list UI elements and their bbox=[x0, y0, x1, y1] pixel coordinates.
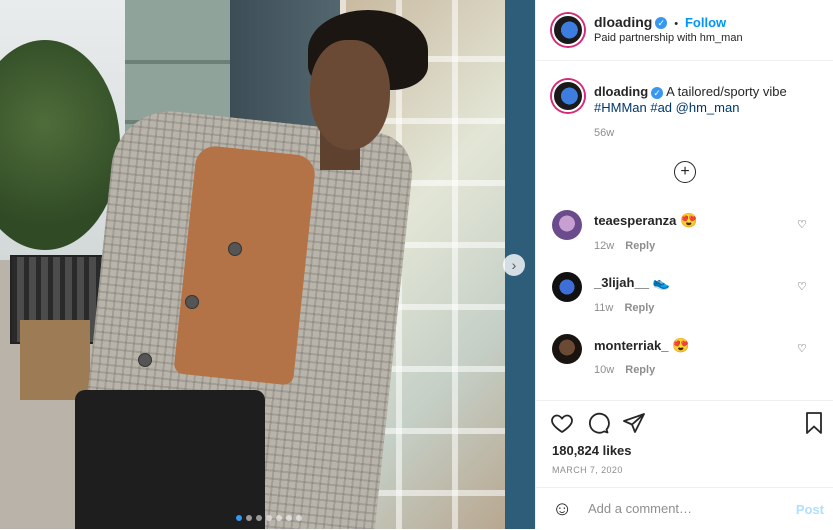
comment-username[interactable]: teaesperanza bbox=[594, 213, 676, 228]
photo-person-pants bbox=[75, 390, 265, 529]
author-row: dloading ✓ • Follow bbox=[594, 14, 726, 30]
add-comment-bar: ☺ Post bbox=[536, 487, 833, 530]
comment-emoji: 😍 bbox=[680, 212, 698, 228]
comment-age: 11w bbox=[594, 302, 614, 314]
post-side-panel: dloading ✓ • Follow Paid partnership with… bbox=[535, 0, 833, 529]
instagram-post: › dloading ✓ • Follow Paid partnership wi… bbox=[0, 0, 833, 529]
comment-like-heart-icon[interactable]: ♡ bbox=[797, 280, 807, 293]
verified-icon: ✓ bbox=[655, 17, 668, 30]
comment-username[interactable]: _3lijah__ bbox=[594, 275, 649, 290]
caption-age: 56w bbox=[594, 127, 615, 139]
like-heart-icon[interactable] bbox=[550, 411, 574, 435]
comment-age: 12w bbox=[594, 240, 615, 252]
chevron-right-icon: › bbox=[511, 257, 517, 273]
reply-button[interactable]: Reply bbox=[625, 240, 655, 252]
next-slide-button[interactable]: › bbox=[503, 254, 525, 276]
carousel-indicator bbox=[236, 515, 302, 521]
carousel-dot bbox=[246, 515, 252, 521]
emoji-smile-icon[interactable]: ☺ bbox=[552, 498, 572, 520]
comment-body: _3lijah__ 👟 bbox=[594, 274, 670, 291]
author-username[interactable]: dloading bbox=[594, 14, 652, 30]
reply-button[interactable]: Reply bbox=[624, 302, 654, 314]
commenter-avatar[interactable] bbox=[552, 210, 582, 240]
photo-person-head bbox=[310, 40, 390, 150]
follow-button[interactable]: Follow bbox=[685, 15, 726, 30]
comment-age: 10w bbox=[594, 364, 615, 376]
comment-like-heart-icon[interactable]: ♡ bbox=[797, 218, 807, 231]
comment-body: teaesperanza 😍 bbox=[594, 212, 698, 229]
plus-circle-icon: + bbox=[680, 163, 690, 180]
author-avatar[interactable] bbox=[552, 14, 584, 46]
photo-coat-button bbox=[228, 242, 242, 256]
carousel-dot bbox=[256, 515, 262, 521]
carousel-dot bbox=[286, 515, 292, 521]
carousel-dot bbox=[276, 515, 282, 521]
carousel-dot bbox=[266, 515, 272, 521]
post-photo[interactable]: › bbox=[0, 0, 535, 529]
caption-avatar[interactable] bbox=[552, 80, 584, 112]
post-header: dloading ✓ • Follow Paid partnership with… bbox=[536, 0, 833, 61]
post-date[interactable]: MARCH 7, 2020 bbox=[552, 465, 623, 475]
caption-username[interactable]: dloading bbox=[594, 84, 648, 99]
comment-emoji: 👟 bbox=[652, 274, 671, 290]
post-comment-button[interactable]: Post bbox=[796, 502, 824, 517]
likes-count[interactable]: 180,824 likes bbox=[552, 443, 632, 458]
photo-person-shirt bbox=[173, 144, 317, 386]
photo-building-stripe bbox=[125, 60, 235, 64]
comment-body: monterriak_ 😍 bbox=[594, 337, 690, 354]
comment-bubble-icon[interactable] bbox=[586, 411, 610, 435]
carousel-dot bbox=[296, 515, 302, 521]
save-bookmark-icon[interactable] bbox=[802, 411, 826, 435]
caption-text: A tailored/sporty vibe bbox=[666, 84, 787, 99]
comment-emoji: 😍 bbox=[672, 337, 690, 353]
load-more-comments-button[interactable]: + bbox=[674, 161, 696, 183]
comment-meta: 12w Reply bbox=[594, 240, 655, 252]
comment-meta: 11w Reply bbox=[594, 302, 654, 314]
paid-partnership-label[interactable]: Paid partnership with hm_man bbox=[594, 32, 743, 44]
separator: • bbox=[674, 18, 679, 30]
caption: dloading ✓ A tailored/sporty vibe #HMMan … bbox=[594, 84, 814, 116]
commenter-avatar[interactable] bbox=[552, 334, 582, 364]
commenter-avatar[interactable] bbox=[552, 272, 582, 302]
reply-button[interactable]: Reply bbox=[625, 364, 655, 376]
comment-meta: 10w Reply bbox=[594, 364, 655, 376]
comment-username[interactable]: monterriak_ bbox=[594, 338, 668, 353]
photo-coat-button bbox=[138, 353, 152, 367]
comment-input[interactable] bbox=[586, 500, 790, 517]
photo-box bbox=[20, 320, 90, 400]
comment-like-heart-icon[interactable]: ♡ bbox=[797, 342, 807, 355]
caption-tags[interactable]: #HMMan #ad @hm_man bbox=[594, 100, 739, 115]
verified-icon: ✓ bbox=[651, 86, 664, 99]
share-paper-plane-icon[interactable] bbox=[622, 411, 646, 435]
post-actions: 180,824 likes MARCH 7, 2020 bbox=[536, 400, 833, 486]
carousel-dot bbox=[236, 515, 242, 521]
photo-coat-button bbox=[185, 295, 199, 309]
